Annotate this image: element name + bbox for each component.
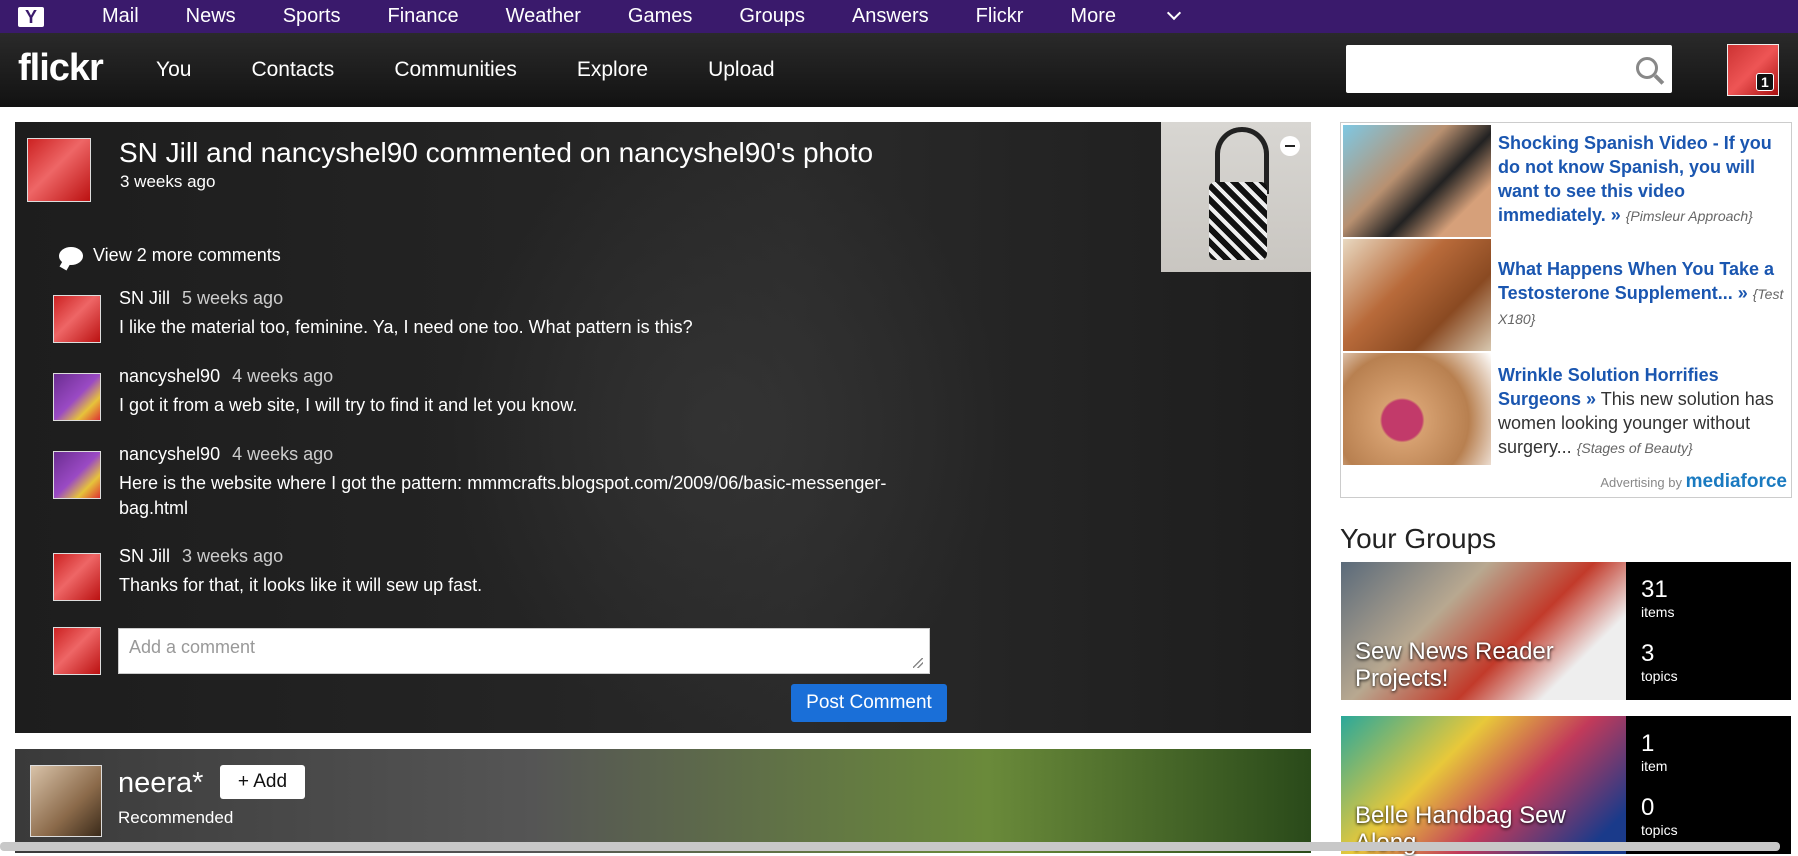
- comment-text: I like the material too, feminine. Ya, I…: [119, 317, 693, 337]
- group-items-count: 1: [1641, 730, 1655, 757]
- comment-avatar[interactable]: [53, 295, 101, 343]
- group-topics-label: topics: [1641, 822, 1678, 838]
- yahoo-nav-weather[interactable]: Weather: [506, 5, 581, 28]
- group-items-stat: 1 item: [1641, 730, 1667, 774]
- comment-header: SN Jill 5 weeks ago: [119, 288, 283, 309]
- collapse-icon[interactable]: [1280, 136, 1300, 156]
- comment-author[interactable]: nancyshel90: [119, 366, 220, 386]
- flickr-nav-bar: flickr You Contacts Communities Explore …: [0, 33, 1798, 107]
- ad-item[interactable]: What Happens When You Take a Testosteron…: [1498, 257, 1786, 331]
- ad-panel: Shocking Spanish Video - If you do not k…: [1340, 122, 1792, 498]
- yahoo-nav-mail[interactable]: Mail: [102, 5, 139, 28]
- view-more-label: View 2 more comments: [93, 245, 281, 265]
- activity-card: SN Jill and nancyshel90 commented on nan…: [15, 122, 1311, 733]
- nav-communities[interactable]: Communities: [394, 58, 517, 82]
- comment-time: 4 weeks ago: [232, 366, 334, 386]
- search-input[interactable]: [1346, 45, 1672, 93]
- group-topics-count: 0: [1641, 794, 1655, 821]
- ad-source: {Stages of Beauty}: [1576, 440, 1693, 456]
- comment-avatar[interactable]: [53, 373, 101, 421]
- group-topics-stat: 0 topics: [1641, 794, 1678, 838]
- comment-time: 4 weeks ago: [232, 444, 334, 464]
- ad-source: {Pimsleur Approach}: [1625, 208, 1753, 224]
- yahoo-nav-answers[interactable]: Answers: [852, 5, 929, 28]
- group-items-count: 31: [1641, 576, 1668, 603]
- comment-text: I got it from a web site, I will try to …: [119, 395, 578, 415]
- chevron-down-icon: [1166, 5, 1182, 21]
- group-topics-count: 3: [1641, 640, 1655, 667]
- ad-image[interactable]: [1343, 125, 1491, 237]
- nav-explore[interactable]: Explore: [577, 58, 648, 82]
- yahoo-nav-games[interactable]: Games: [628, 5, 692, 28]
- comment-time: 5 weeks ago: [182, 288, 284, 308]
- comment-author[interactable]: SN Jill: [119, 546, 170, 566]
- comment-avatar[interactable]: [53, 553, 101, 601]
- group-items-stat: 31 items: [1641, 576, 1674, 620]
- search-icon[interactable]: [1636, 57, 1658, 79]
- yahoo-logo[interactable]: Y: [18, 7, 44, 27]
- flickr-nav: You Contacts Communities Explore Upload: [156, 33, 835, 107]
- comment-text: Here is the website where I got the patt…: [119, 473, 887, 518]
- my-avatar: [53, 627, 101, 675]
- comment-header: SN Jill 3 weeks ago: [119, 546, 283, 567]
- comment-placeholder: Add a comment: [129, 637, 256, 657]
- ad-image[interactable]: [1343, 239, 1491, 351]
- recommended-label: Recommended: [118, 808, 234, 827]
- nav-contacts[interactable]: Contacts: [251, 58, 334, 82]
- ad-credit[interactable]: Advertising by mediaforce: [1600, 471, 1787, 493]
- recommended-name[interactable]: neera*: [118, 767, 203, 800]
- group-card[interactable]: Belle Handbag Sew Along 1 item 0 topics: [1341, 716, 1791, 856]
- activity-title[interactable]: SN Jill and nancyshel90 commented on nan…: [119, 137, 873, 169]
- recommended-card: neera* + Add Recommended: [15, 749, 1311, 853]
- horizontal-scrollbar[interactable]: [0, 842, 1780, 851]
- group-items-label: item: [1641, 758, 1668, 774]
- view-more-comments[interactable]: View 2 more comments: [59, 245, 281, 266]
- comment-author[interactable]: nancyshel90: [119, 444, 220, 464]
- comment-author[interactable]: SN Jill: [119, 288, 170, 308]
- ad-image[interactable]: [1343, 353, 1491, 465]
- ad-title[interactable]: What Happens When You Take a Testosteron…: [1498, 259, 1774, 303]
- group-card[interactable]: Sew News Reader Projects! 31 items 3 top…: [1341, 562, 1791, 700]
- more-label: More: [1070, 5, 1116, 27]
- ad-item[interactable]: Shocking Spanish Video - If you do not k…: [1498, 131, 1786, 228]
- comment-header: nancyshel90 4 weeks ago: [119, 366, 333, 387]
- resize-handle-icon[interactable]: [913, 658, 923, 668]
- group-name[interactable]: Sew News Reader Projects!: [1355, 638, 1625, 692]
- yahoo-nav-groups[interactable]: Groups: [739, 5, 805, 28]
- yahoo-nav: Mail News Sports Finance Weather Games G…: [102, 0, 1273, 33]
- comment-bubble-icon: [59, 246, 83, 265]
- activity-time: 3 weeks ago: [120, 172, 216, 191]
- mediaforce-logo: mediaforce: [1685, 471, 1787, 492]
- flickr-logo[interactable]: flickr: [18, 47, 104, 90]
- comment-header: nancyshel90 4 weeks ago: [119, 444, 333, 465]
- yahoo-nav-more[interactable]: More: [1070, 5, 1226, 28]
- bag-image: [1209, 182, 1267, 260]
- notification-badge[interactable]: 1: [1756, 73, 1774, 91]
- comment-avatar[interactable]: [53, 451, 101, 499]
- post-comment-button[interactable]: Post Comment: [791, 684, 947, 722]
- yahoo-nav-news[interactable]: News: [186, 5, 236, 28]
- add-contact-button[interactable]: + Add: [220, 765, 305, 799]
- comment-text: Thanks for that, it looks like it will s…: [119, 575, 483, 595]
- activity-avatar[interactable]: [27, 138, 91, 202]
- yahoo-nav-sports[interactable]: Sports: [283, 5, 341, 28]
- comment-input[interactable]: Add a comment: [118, 628, 930, 674]
- ad-item[interactable]: Wrinkle Solution Horrifies Surgeons » Th…: [1498, 363, 1786, 460]
- group-items-label: items: [1641, 604, 1675, 620]
- groups-title: Your Groups: [1340, 523, 1497, 554]
- yahoo-top-bar: Y Mail News Sports Finance Weather Games…: [0, 0, 1798, 33]
- group-topics-stat: 3 topics: [1641, 640, 1678, 684]
- recommended-avatar[interactable]: [30, 765, 102, 837]
- comment-time: 3 weeks ago: [182, 546, 284, 566]
- yahoo-nav-finance[interactable]: Finance: [388, 5, 459, 28]
- ad-credit-prefix: Advertising by: [1600, 475, 1682, 490]
- yahoo-nav-flickr[interactable]: Flickr: [976, 5, 1024, 28]
- nav-you[interactable]: You: [156, 58, 191, 82]
- nav-upload[interactable]: Upload: [708, 58, 775, 82]
- group-topics-label: topics: [1641, 668, 1678, 684]
